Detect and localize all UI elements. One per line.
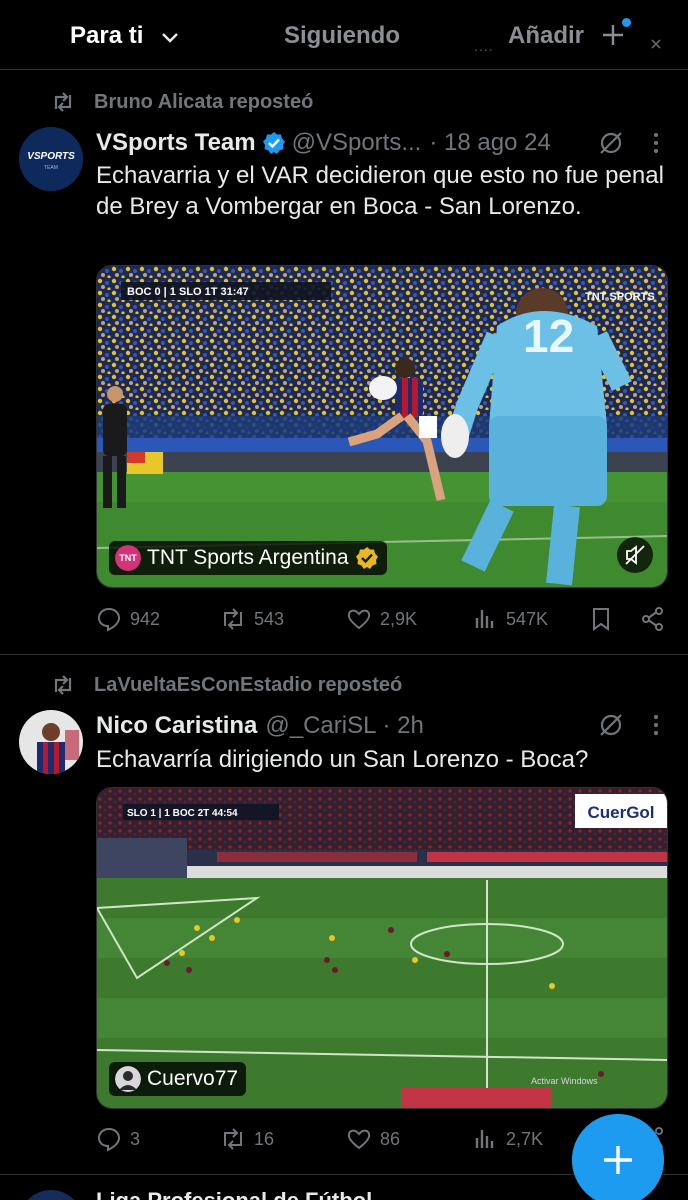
plus-icon[interactable] (600, 22, 626, 48)
repost-icon (54, 92, 72, 112)
author-name[interactable]: Nico Caristina (96, 712, 257, 740)
scoreboard-text: BOC 0 | 1 SLO 1T 31:47 (127, 286, 249, 298)
tab-for-you[interactable]: Para ti (70, 22, 143, 50)
more-options-icon[interactable] (652, 132, 660, 154)
scoreboard-text: SLO 1 | 1 BOC 2T 44:54 (127, 808, 238, 819)
source-name: TNT Sports Argentina (147, 546, 349, 569)
repost-indicator: LaVueltaEsConEstadio reposteó (50, 673, 402, 697)
like-count: 2,9K (380, 608, 418, 629)
tab-add[interactable]: Añadir (508, 22, 584, 50)
compose-button[interactable] (572, 1114, 664, 1200)
gold-verified-icon (355, 547, 378, 569)
tab-overflow-indicator: .... (474, 38, 494, 54)
svg-text:12: 12 (523, 310, 574, 362)
post-actions: 942 543 2,9K 547K (96, 606, 668, 636)
chevron-down-icon[interactable] (160, 30, 180, 44)
watermark-text: CuerGol (587, 803, 654, 822)
post-time[interactable]: · 2h (382, 712, 423, 740)
grok-icon[interactable] (598, 130, 624, 156)
repost-count: 16 (254, 1128, 275, 1149)
views-icon (475, 1130, 494, 1148)
top-tabs-bar: Para ti Siguiendo .... Añadir (0, 0, 688, 70)
next-post-author[interactable]: Liga Profesional de Fútbol (96, 1188, 372, 1200)
post-video[interactable]: 12 BOC 0 | 1 SLO 1T 31:47 TNT SPORTS TNT… (96, 265, 668, 588)
heart-icon (347, 609, 371, 630)
reply-icon (97, 1127, 121, 1152)
repost-indicator: Bruno Alicata reposteó (50, 90, 313, 114)
repost-icon (224, 1128, 242, 1150)
reply-icon (97, 607, 121, 632)
author-handle[interactable]: @VSports... (292, 129, 422, 157)
source-name: Cuervo77 (147, 1067, 239, 1090)
video-frame: SLO 1 | 1 BOC 2T 44:54 CuerGol Activar W… (97, 788, 667, 1108)
mute-icon[interactable] (617, 537, 653, 573)
repost-count: 543 (254, 608, 285, 629)
heart-icon (347, 1129, 371, 1150)
broadcaster-tag: TNT SPORTS (585, 291, 655, 303)
like-button[interactable]: 86 (346, 1126, 400, 1152)
views-count: 547K (506, 608, 549, 629)
more-options-icon[interactable] (652, 714, 660, 736)
repost-label: LaVueltaEsConEstadio reposteó (94, 673, 403, 696)
post-header: Nico Caristina @_CariSL · 2h (96, 710, 424, 742)
bookmark-icon[interactable] (588, 606, 614, 632)
like-button[interactable]: 2,9K (346, 606, 417, 632)
views-button[interactable]: 547K (472, 606, 548, 632)
avatar[interactable] (19, 1190, 83, 1200)
post-divider (0, 654, 688, 655)
author-handle[interactable]: @_CariSL (265, 712, 376, 740)
post-text: Echavarría dirigiendo un San Lorenzo - B… (96, 746, 589, 773)
windows-note: Activar Windows (531, 1076, 598, 1086)
like-count: 86 (380, 1128, 401, 1149)
avatar-text: VSPORTS (27, 151, 75, 162)
post-text: Echavarria y el VAR decidieron que esto … (96, 162, 664, 220)
tab-following[interactable]: Siguiendo (284, 22, 400, 50)
avatar[interactable] (19, 710, 83, 774)
avatar[interactable]: VSPORTS TEAM (19, 127, 83, 191)
verified-badge-icon (262, 132, 285, 154)
close-icon[interactable] (650, 38, 662, 50)
tnt-logo-icon: TNT (115, 545, 141, 571)
video-frame: 12 BOC 0 | 1 SLO 1T 31:47 TNT SPORTS (97, 266, 667, 587)
share-icon[interactable] (640, 606, 666, 632)
views-icon (475, 610, 494, 628)
repost-button[interactable]: 543 (220, 606, 284, 632)
avatar-subtext: TEAM (44, 165, 58, 171)
post-time[interactable]: · 18 ago 24 (429, 129, 550, 157)
grok-icon[interactable] (598, 712, 624, 738)
post-video[interactable]: SLO 1 | 1 BOC 2T 44:54 CuerGol Activar W… (96, 787, 668, 1109)
repost-button[interactable]: 16 (220, 1126, 274, 1152)
notification-dot (622, 18, 631, 27)
reply-count: 3 (130, 1128, 141, 1149)
repost-label: Bruno Alicata reposteó (94, 90, 314, 113)
reply-count: 942 (130, 608, 161, 629)
repost-icon (54, 675, 72, 695)
author-name[interactable]: VSports Team (96, 129, 256, 157)
views-button[interactable]: 2,7K (472, 1126, 543, 1152)
svg-text:TNT: TNT (119, 553, 137, 563)
source-badge[interactable]: TNT TNT Sports Argentina (109, 541, 387, 575)
views-count: 2,7K (506, 1128, 544, 1149)
reply-button[interactable]: 942 (96, 606, 160, 632)
repost-icon (224, 608, 242, 630)
source-avatar-icon (115, 1066, 141, 1092)
post-header: VSports Team @VSports... · 18 ago 24 (96, 127, 551, 159)
reply-button[interactable]: 3 (96, 1126, 140, 1152)
source-badge[interactable]: Cuervo77 (109, 1062, 247, 1096)
